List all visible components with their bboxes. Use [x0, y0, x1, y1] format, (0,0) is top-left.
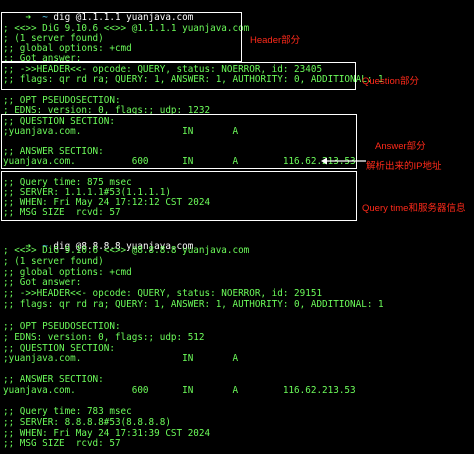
header-highlight-box — [1, 12, 242, 62]
query-time-annotation: Query time和服务器信息 — [362, 203, 466, 214]
question-annotation: Question部分 — [362, 76, 420, 87]
query-time-highlight-box — [1, 171, 357, 221]
arrow-left-icon — [321, 157, 366, 165]
answer-highlight-box — [1, 114, 357, 169]
output-line: ; EDNS: version: 0, flags:; udp: 512 — [3, 332, 205, 343]
output-line: ;; Got answer: — [3, 277, 82, 288]
output-line: ;yuanjava.com. IN A — [3, 353, 239, 364]
ip-annotation: 解析出来的IP地址 — [366, 161, 442, 172]
output-line: ;; OPT PSEUDOSECTION: — [3, 321, 121, 332]
output-line: ;; ->>HEADER<<- opcode: QUERY, status: N… — [3, 288, 323, 299]
header-annotation: Header部分 — [250, 35, 301, 46]
output-line: ;; Query time: 783 msec — [3, 406, 132, 417]
terminal-window[interactable]: ➜ ~ dig @1.1.1.1 yuanjava.com ; <<>> DiG… — [0, 0, 474, 454]
output-line: ; (1 server found) — [3, 256, 104, 267]
output-line: ; <<>> DiG 9.10.6 <<>> @8.8.8.8 yuanjava… — [3, 245, 250, 256]
output-line: yuanjava.com. 600 IN A 116.62.213.53 — [3, 385, 356, 396]
question-highlight-box — [1, 62, 356, 90]
output-line: ;; SERVER: 8.8.8.8#53(8.8.8.8) — [3, 417, 171, 428]
output-line: ;; ANSWER SECTION: — [3, 374, 104, 385]
output-line: ;; MSG SIZE rcvd: 57 — [3, 438, 121, 449]
command-prompt: ➜ ~ dig @8.8.8.8 yuanjava.com — [3, 230, 193, 252]
answer-annotation: Answer部分 — [375, 141, 426, 152]
command-prompt: ➜ ~ dig @1.1.1.1 yuanjava.com — [3, 1, 193, 23]
output-line: ;; flags: qr rd ra; QUERY: 1, ANSWER: 1,… — [3, 299, 384, 310]
